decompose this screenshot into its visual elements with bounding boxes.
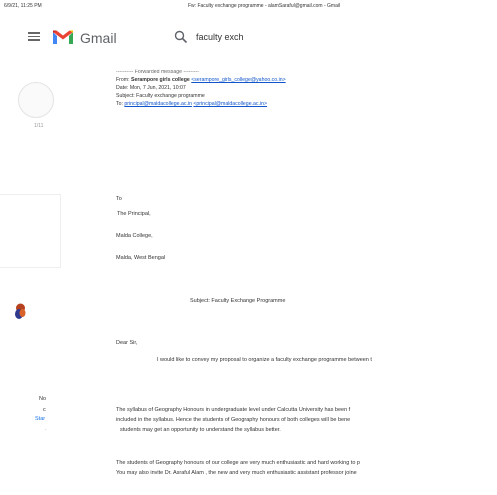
address-line-2: Malda College, — [116, 233, 153, 239]
message-count: 1/11 — [34, 123, 44, 129]
paragraph-1: I would like to convey my proposal to or… — [157, 357, 372, 363]
print-page-title: Fw: Faculty exchange programme - alamSar… — [188, 3, 341, 9]
to-email-link-2[interactable]: <principal@maldacollege.ac.in> — [193, 101, 267, 107]
greeting: Dear Sir, — [116, 340, 138, 346]
search-input[interactable]: faculty exch — [196, 32, 244, 42]
gmail-logo-icon[interactable] — [52, 29, 74, 45]
user-avatar-icon[interactable] — [14, 303, 27, 319]
print-timestamp: 6/9/21, 11:25 PM — [4, 3, 42, 9]
paragraph-2-line-3: students may get an opportunity to under… — [120, 427, 281, 433]
to-email-link[interactable]: principal@maldacollege.ac.in — [124, 101, 192, 107]
address-to: To — [116, 196, 122, 202]
paragraph-2-line-2: included in the syllabus. Hence the stud… — [116, 417, 351, 423]
search-icon[interactable] — [174, 30, 188, 44]
print-header: 6/9/21, 11:25 PM Fw: Faculty exchange pr… — [0, 0, 497, 14]
address-line-3: Malda, West Bengal — [116, 255, 166, 261]
to-line: To: principal@maldacollege.ac.in <princi… — [116, 101, 267, 107]
paragraph-3-line-1: The students of Geography honours of our… — [116, 460, 360, 466]
paragraph-3-line-2: You may also invite Dr. Asraful Alam , t… — [116, 470, 357, 476]
subject-line: Subject: Faculty exchange programme — [116, 93, 205, 99]
sidebar-panel — [0, 194, 61, 268]
sidebar-text-c: c — [43, 407, 46, 413]
from-name: Serampore girls college — [131, 77, 190, 83]
from-email-link[interactable]: <serampore_girls_college@yahoo.co.in> — [191, 77, 285, 83]
to-label: To: — [116, 101, 123, 107]
sidebar-link-star[interactable]: Star — [35, 416, 45, 422]
sidebar-dot: · — [45, 427, 47, 433]
from-label: From: — [116, 77, 130, 83]
sidebar-text-no: No — [39, 396, 47, 402]
from-line: From: Serampore girls college <serampore… — [116, 77, 286, 83]
date-line: Date: Mon, 7 Jun, 2021, 10:07 — [116, 85, 186, 91]
compose-button-circle[interactable] — [18, 82, 54, 118]
address-line-1: The Principal, — [117, 211, 151, 217]
main-menu-icon[interactable] — [28, 32, 40, 41]
header-fade — [60, 52, 497, 70]
paragraph-2-line-1: The syllabus of Geography Honours in und… — [116, 407, 351, 413]
letter-subject: Subject: Faculty Exchange Programme — [190, 298, 286, 304]
gmail-wordmark: Gmail — [80, 30, 117, 46]
